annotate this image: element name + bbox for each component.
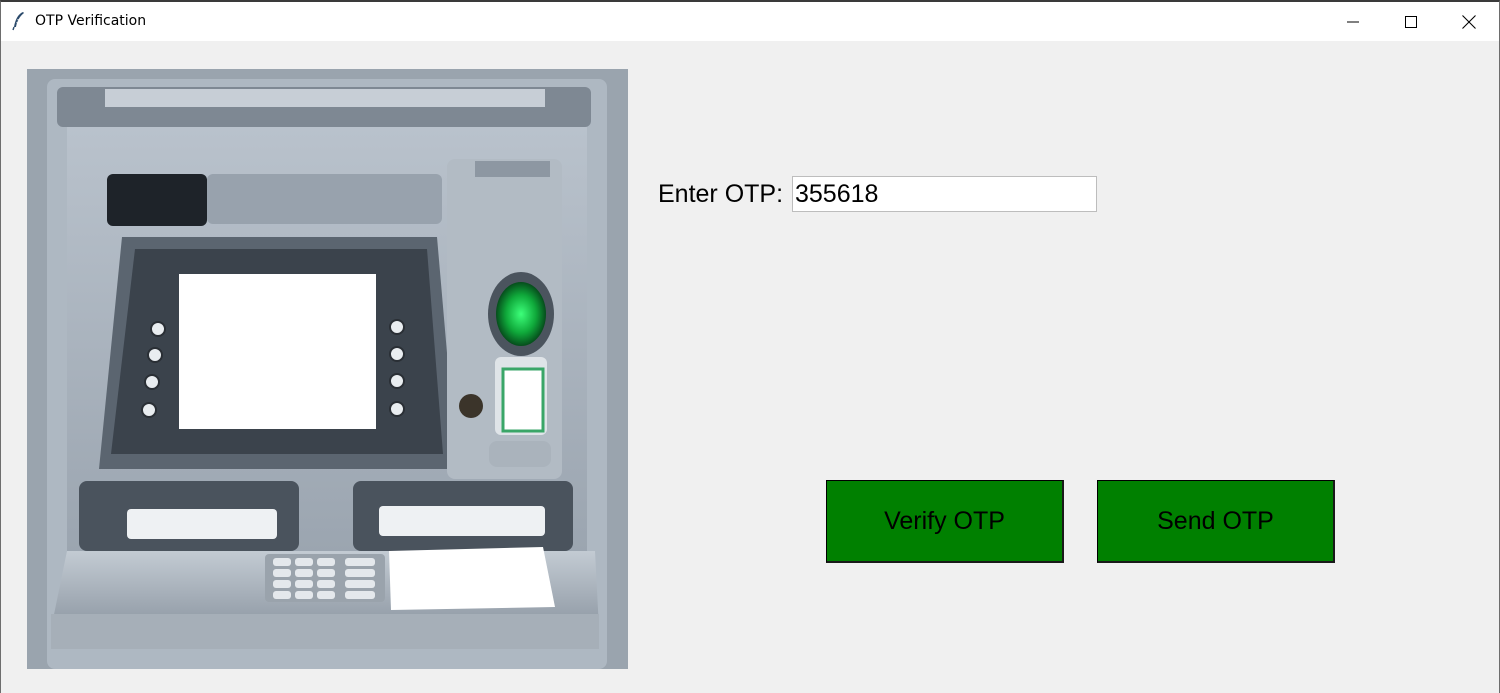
client-area: Enter OTP: Verify OTP Send OTP [1, 41, 1499, 693]
maximize-button[interactable] [1382, 2, 1440, 41]
close-button[interactable] [1440, 2, 1498, 41]
feather-icon [12, 12, 24, 31]
minimize-button[interactable] [1324, 2, 1382, 41]
app-window: OTP Verification Enter OTP: 355618 Verif… [0, 0, 1500, 693]
otp-label: Enter OTP: [658, 180, 784, 208]
verify-otp-button[interactable]: Verify OTP [826, 480, 1064, 563]
minimize-icon [1347, 21, 1359, 22]
otp-input[interactable] [792, 176, 1097, 212]
maximize-icon [1405, 15, 1417, 28]
atm-machine-image [27, 69, 628, 669]
close-icon [1462, 14, 1476, 29]
send-otp-button[interactable]: Send OTP [1097, 480, 1335, 563]
window-title: OTP Verification [35, 13, 147, 29]
title-bar[interactable]: OTP Verification [1, 2, 1499, 41]
